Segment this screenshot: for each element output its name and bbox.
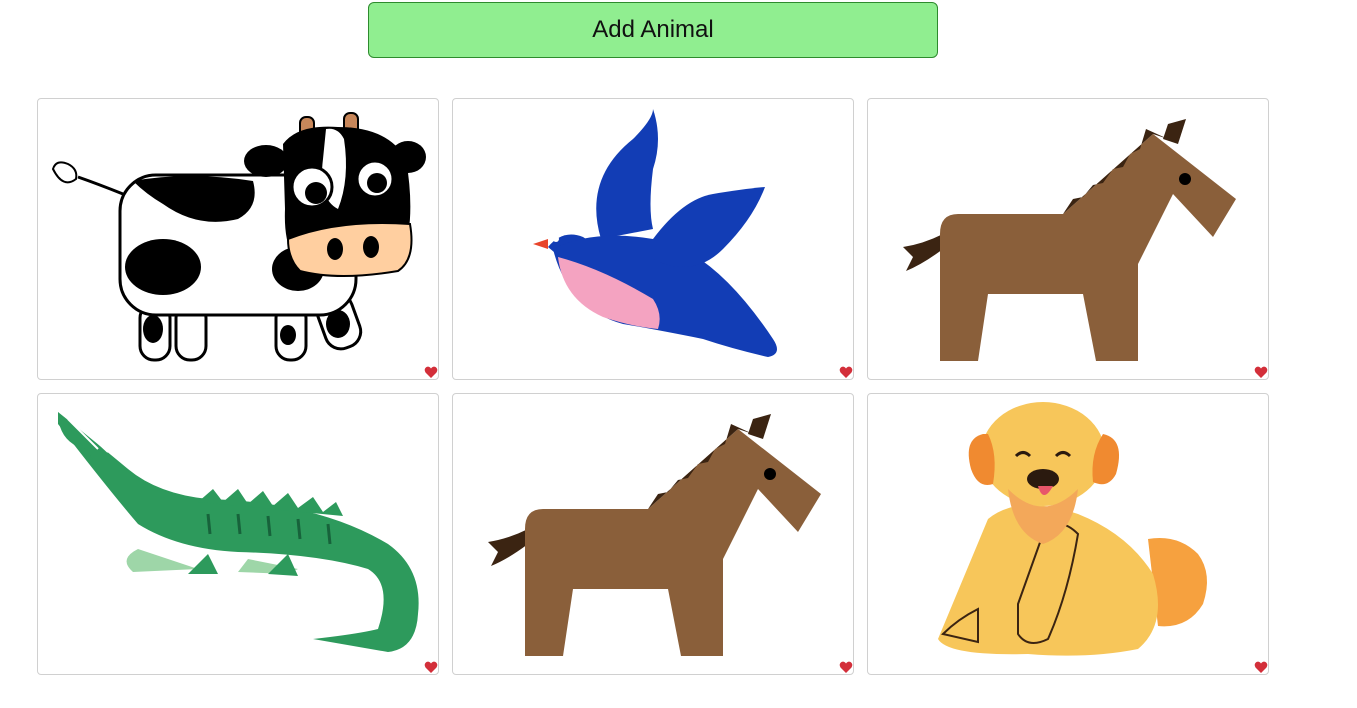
cow-icon xyxy=(51,112,426,362)
animal-card-dog[interactable] xyxy=(867,393,1269,675)
add-animal-button[interactable]: Add Animal xyxy=(368,2,938,58)
favorite-heart-icon[interactable] xyxy=(424,365,438,379)
horse-icon xyxy=(903,119,1236,361)
favorite-heart-icon[interactable] xyxy=(839,660,853,674)
animal-card-horse[interactable] xyxy=(867,98,1269,380)
animal-card-bird[interactable] xyxy=(452,98,854,380)
animal-card-cow[interactable] xyxy=(37,98,439,380)
crocodile-icon xyxy=(58,412,419,652)
bird-icon xyxy=(533,109,777,357)
favorite-heart-icon[interactable] xyxy=(839,365,853,379)
animal-card-horse[interactable] xyxy=(452,393,854,675)
favorite-heart-icon[interactable] xyxy=(1254,365,1268,379)
animal-card-crocodile[interactable] xyxy=(37,393,439,675)
dog-icon xyxy=(938,402,1207,656)
favorite-heart-icon[interactable] xyxy=(1254,660,1268,674)
horse-icon xyxy=(488,414,821,656)
favorite-heart-icon[interactable] xyxy=(424,660,438,674)
